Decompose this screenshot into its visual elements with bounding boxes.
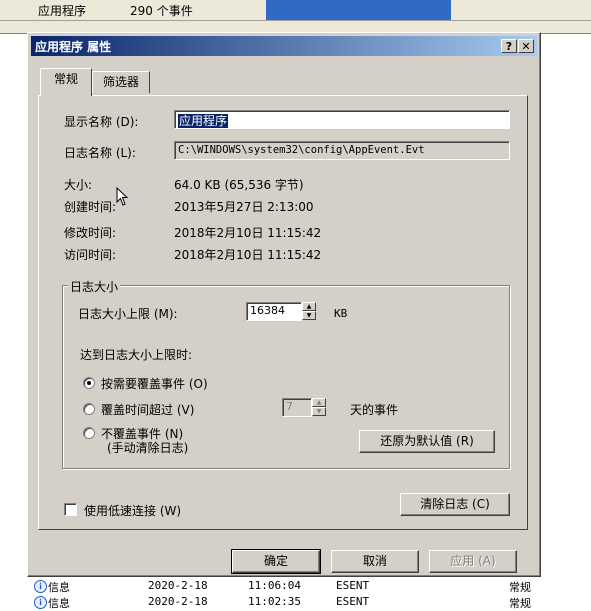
background-event-count: 290 个事件 bbox=[130, 4, 193, 18]
spin-up-icon[interactable]: ▲ bbox=[312, 398, 326, 407]
modified-value: 2018年2月10日 11:15:42 bbox=[174, 226, 322, 240]
dialog-titlebar[interactable]: 应用程序 属性 ? ✕ bbox=[31, 36, 537, 56]
display-name-value: 应用程序 bbox=[178, 114, 229, 128]
overwrite-as-needed-label[interactable]: 按需要覆盖事件 (O) bbox=[101, 375, 208, 392]
created-label: 创建时间: bbox=[64, 200, 117, 214]
low-speed-checkbox[interactable] bbox=[64, 503, 77, 516]
close-button[interactable]: ✕ bbox=[518, 39, 534, 53]
log-size-group-title: 日志大小 bbox=[68, 278, 121, 295]
modified-label: 修改时间: bbox=[64, 226, 117, 240]
help-button[interactable]: ? bbox=[501, 39, 517, 53]
days-input[interactable]: 7 bbox=[282, 398, 312, 417]
do-not-overwrite-radio[interactable] bbox=[83, 427, 95, 439]
row-type: 信息 bbox=[48, 581, 70, 594]
dialog-title: 应用程序 属性 bbox=[35, 40, 112, 54]
size-value: 64.0 KB (65,536 字节) bbox=[174, 178, 304, 192]
apply-button[interactable]: 应用 (A) bbox=[429, 550, 517, 573]
low-speed-label[interactable]: 使用低速连接 (W) bbox=[84, 502, 181, 519]
size-label: 大小: bbox=[64, 178, 93, 192]
info-icon: i bbox=[34, 580, 47, 593]
when-reached-label: 达到日志大小上限时: bbox=[80, 348, 193, 362]
max-size-unit: KB bbox=[334, 307, 348, 320]
ok-button[interactable]: 确定 bbox=[231, 549, 321, 574]
cancel-button[interactable]: 取消 bbox=[331, 550, 419, 573]
properties-dialog: 应用程序 属性 ? ✕ 常规 筛选器 显示名称 (D): 应用程序 日志名称 (… bbox=[27, 32, 541, 577]
row-source: ESENT bbox=[336, 595, 370, 608]
display-name-label: 显示名称 (D): bbox=[64, 115, 139, 129]
background-toolbar: 应用程序 290 个事件 bbox=[0, 0, 591, 21]
max-size-spinner[interactable]: ▲ ▼ bbox=[302, 302, 316, 321]
spin-down-icon[interactable]: ▼ bbox=[312, 407, 326, 416]
accessed-value: 2018年2月10日 11:15:42 bbox=[174, 248, 322, 262]
tab-general[interactable]: 常规 bbox=[40, 68, 92, 96]
row-time: 11:02:35 bbox=[248, 595, 301, 608]
row-date: 2020-2-18 bbox=[148, 595, 208, 608]
overwrite-as-needed-radio[interactable] bbox=[83, 377, 95, 389]
row-type: 信息 bbox=[48, 597, 70, 610]
created-value: 2013年5月27日 2:13:00 bbox=[174, 200, 314, 214]
background-selection bbox=[266, 0, 451, 20]
row-date: 2020-2-18 bbox=[148, 579, 208, 592]
row-source: ESENT bbox=[336, 579, 370, 592]
info-icon: i bbox=[34, 596, 47, 609]
accessed-label: 访问时间: bbox=[64, 248, 117, 262]
overwrite-older-radio[interactable] bbox=[83, 403, 95, 415]
row-time: 11:06:04 bbox=[248, 579, 301, 592]
log-name-field[interactable]: C:\WINDOWS\system32\config\AppEvent.Evt bbox=[174, 141, 510, 160]
clear-log-button[interactable]: 清除日志 (C) bbox=[400, 493, 510, 516]
tab-filter[interactable]: 筛选器 bbox=[92, 71, 150, 93]
row-category: 常规 bbox=[509, 597, 531, 610]
max-size-input[interactable]: 16384 bbox=[246, 302, 302, 321]
mouse-cursor-icon bbox=[116, 187, 129, 206]
spin-up-icon[interactable]: ▲ bbox=[302, 302, 316, 311]
row-category: 常规 bbox=[509, 581, 531, 594]
overwrite-older-label[interactable]: 覆盖时间超过 (V) bbox=[101, 401, 194, 418]
spin-down-icon[interactable]: ▼ bbox=[302, 311, 316, 320]
days-unit-label: 天的事件 bbox=[350, 403, 399, 417]
max-size-label: 日志大小上限 (M): bbox=[78, 307, 178, 321]
days-spinner[interactable]: ▲ ▼ bbox=[312, 398, 326, 417]
display-name-input[interactable]: 应用程序 bbox=[174, 110, 510, 129]
restore-defaults-button[interactable]: 还原为默认值 (R) bbox=[359, 430, 495, 453]
table-row[interactable]: i 信息 2020-2-18 11:06:04 ESENT 常规 bbox=[0, 578, 591, 594]
log-name-label: 日志名称 (L): bbox=[64, 146, 136, 160]
do-not-overwrite-sublabel: (手动清除日志) bbox=[107, 441, 189, 455]
background-log-name: 应用程序 bbox=[38, 4, 87, 18]
